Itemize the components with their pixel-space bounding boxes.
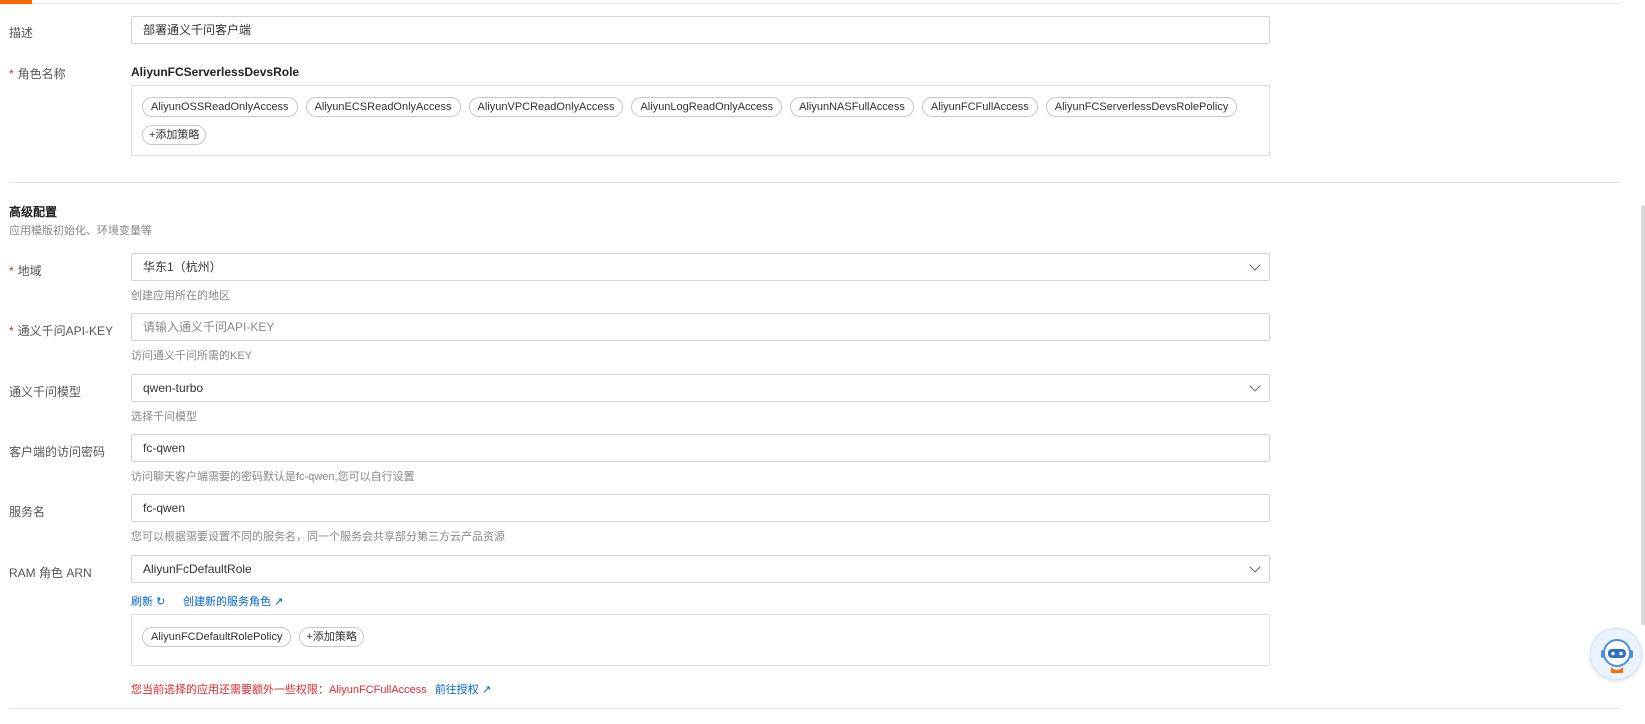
region-label-text: 地域: [17, 264, 42, 278]
region-label: * 地域: [9, 262, 42, 279]
policy-tag: AliyunECSReadOnlyAccess: [305, 97, 461, 117]
permission-warning: 您当前选择的应用还需要额外一些权限：AliyunFCFullAccess 前往授权…: [131, 681, 491, 697]
refresh-icon: ↻: [156, 596, 166, 608]
policy-tag: AliyunFCFullAccess: [921, 97, 1038, 117]
required-mark: *: [9, 264, 14, 278]
role-policy-box: AliyunOSSReadOnlyAccess AliyunECSReadOnl…: [131, 85, 1270, 156]
authorize-link-text: 前往授权: [434, 684, 479, 696]
ram-policy-box: AliyunFCDefaultRolePolicy +添加策略: [131, 614, 1270, 666]
add-policy-button[interactable]: +添加策略: [142, 125, 207, 145]
authorize-link[interactable]: 前往授权 ↗: [435, 684, 491, 696]
ram-policy-tags: AliyunFCDefaultRolePolicy +添加策略: [142, 627, 364, 647]
chevron-down-icon: [1249, 380, 1261, 392]
advanced-title: 高级配置: [9, 205, 58, 219]
external-link-icon: ↗: [274, 596, 284, 608]
region-select[interactable]: 华东1（杭州）: [131, 253, 1270, 281]
chevron-down-icon: [1249, 259, 1261, 271]
external-link-icon: ↗: [481, 684, 492, 696]
required-mark: *: [9, 324, 14, 338]
chevron-down-icon: [1249, 561, 1261, 573]
bottom-divider: [9, 708, 1620, 709]
policy-tag: AliyunVPCReadOnlyAccess: [468, 97, 624, 117]
assistant-avatar-icon[interactable]: [1590, 628, 1642, 680]
service-hint: 您可以根据需要设置不同的服务名，同一个服务会共享部分第三方云产品资源: [131, 531, 505, 543]
role-policy-tags: AliyunOSSReadOnlyAccess AliyunECSReadOnl…: [142, 97, 1238, 117]
model-hint: 选择千问模型: [131, 411, 197, 423]
robot-icon: [1601, 639, 1633, 673]
app-form-page: 描述 部署通义千问客户端 * 角色名称 AliyunFCServerlessDev…: [0, 0, 1645, 724]
apikey-input[interactable]: 请输入通义千问API-KEY: [131, 313, 1270, 341]
create-role-link-text: 创建新的服务角色: [183, 596, 271, 608]
policy-tag: AliyunFCServerlessDevsRolePolicy: [1045, 97, 1238, 117]
password-hint: 访问聊天客户端需要的密码默认是fc-qwen,您可以自行设置: [131, 471, 415, 483]
region-hint: 创建应用所在的地区: [131, 290, 230, 302]
region-select-value: 华东1（杭州）: [143, 260, 222, 274]
warning-text: 您当前选择的应用还需要额外一些权限：AliyunFCFullAccess: [131, 684, 427, 696]
refresh-link-text: 刷新: [131, 596, 153, 608]
ram-label: RAM 角色 ARN: [9, 566, 92, 580]
create-role-link[interactable]: 创建新的服务角色 ↗: [183, 593, 283, 609]
advanced-desc: 应用模版初始化、环境变量等: [9, 225, 152, 237]
ram-select[interactable]: AliyunFcDefaultRole: [131, 555, 1270, 583]
policy-tag: AliyunOSSReadOnlyAccess: [142, 97, 298, 117]
active-tab-indicator: [0, 0, 32, 4]
apikey-label-text: 通义千问API-KEY: [17, 324, 114, 338]
policy-tag: AliyunNASFullAccess: [790, 97, 914, 117]
policy-tag: AliyunFCDefaultRolePolicy: [142, 627, 292, 647]
service-label: 服务名: [9, 505, 46, 519]
policy-tag: AliyunLogReadOnlyAccess: [631, 97, 783, 117]
password-label: 客户端的访问密码: [9, 445, 106, 459]
required-mark: *: [9, 67, 14, 81]
desc-input[interactable]: 部署通义千问客户端: [131, 16, 1270, 44]
ram-select-value: AliyunFcDefaultRole: [143, 562, 252, 576]
role-add-policy-row: +添加策略: [142, 125, 207, 145]
model-select[interactable]: qwen-turbo: [131, 374, 1270, 402]
scrollbar[interactable]: [1641, 205, 1645, 625]
model-select-value: qwen-turbo: [143, 381, 204, 395]
top-tab-bar: [0, 0, 1620, 4]
model-label: 通义千问模型: [9, 385, 82, 399]
refresh-link[interactable]: 刷新 ↻: [131, 593, 165, 609]
role-name-value: AliyunFCServerlessDevsRole: [131, 65, 300, 79]
apikey-label: * 通义千问API-KEY: [9, 322, 113, 339]
section-divider: [9, 182, 1620, 183]
service-input[interactable]: fc-qwen: [131, 494, 1270, 522]
password-input[interactable]: fc-qwen: [131, 434, 1270, 462]
role-name-label-text: 角色名称: [17, 67, 66, 81]
role-name-label: * 角色名称: [9, 65, 66, 82]
add-policy-button[interactable]: +添加策略: [299, 627, 364, 647]
desc-label: 描述: [9, 26, 34, 40]
apikey-hint: 访问通义千问所需的KEY: [131, 350, 253, 362]
